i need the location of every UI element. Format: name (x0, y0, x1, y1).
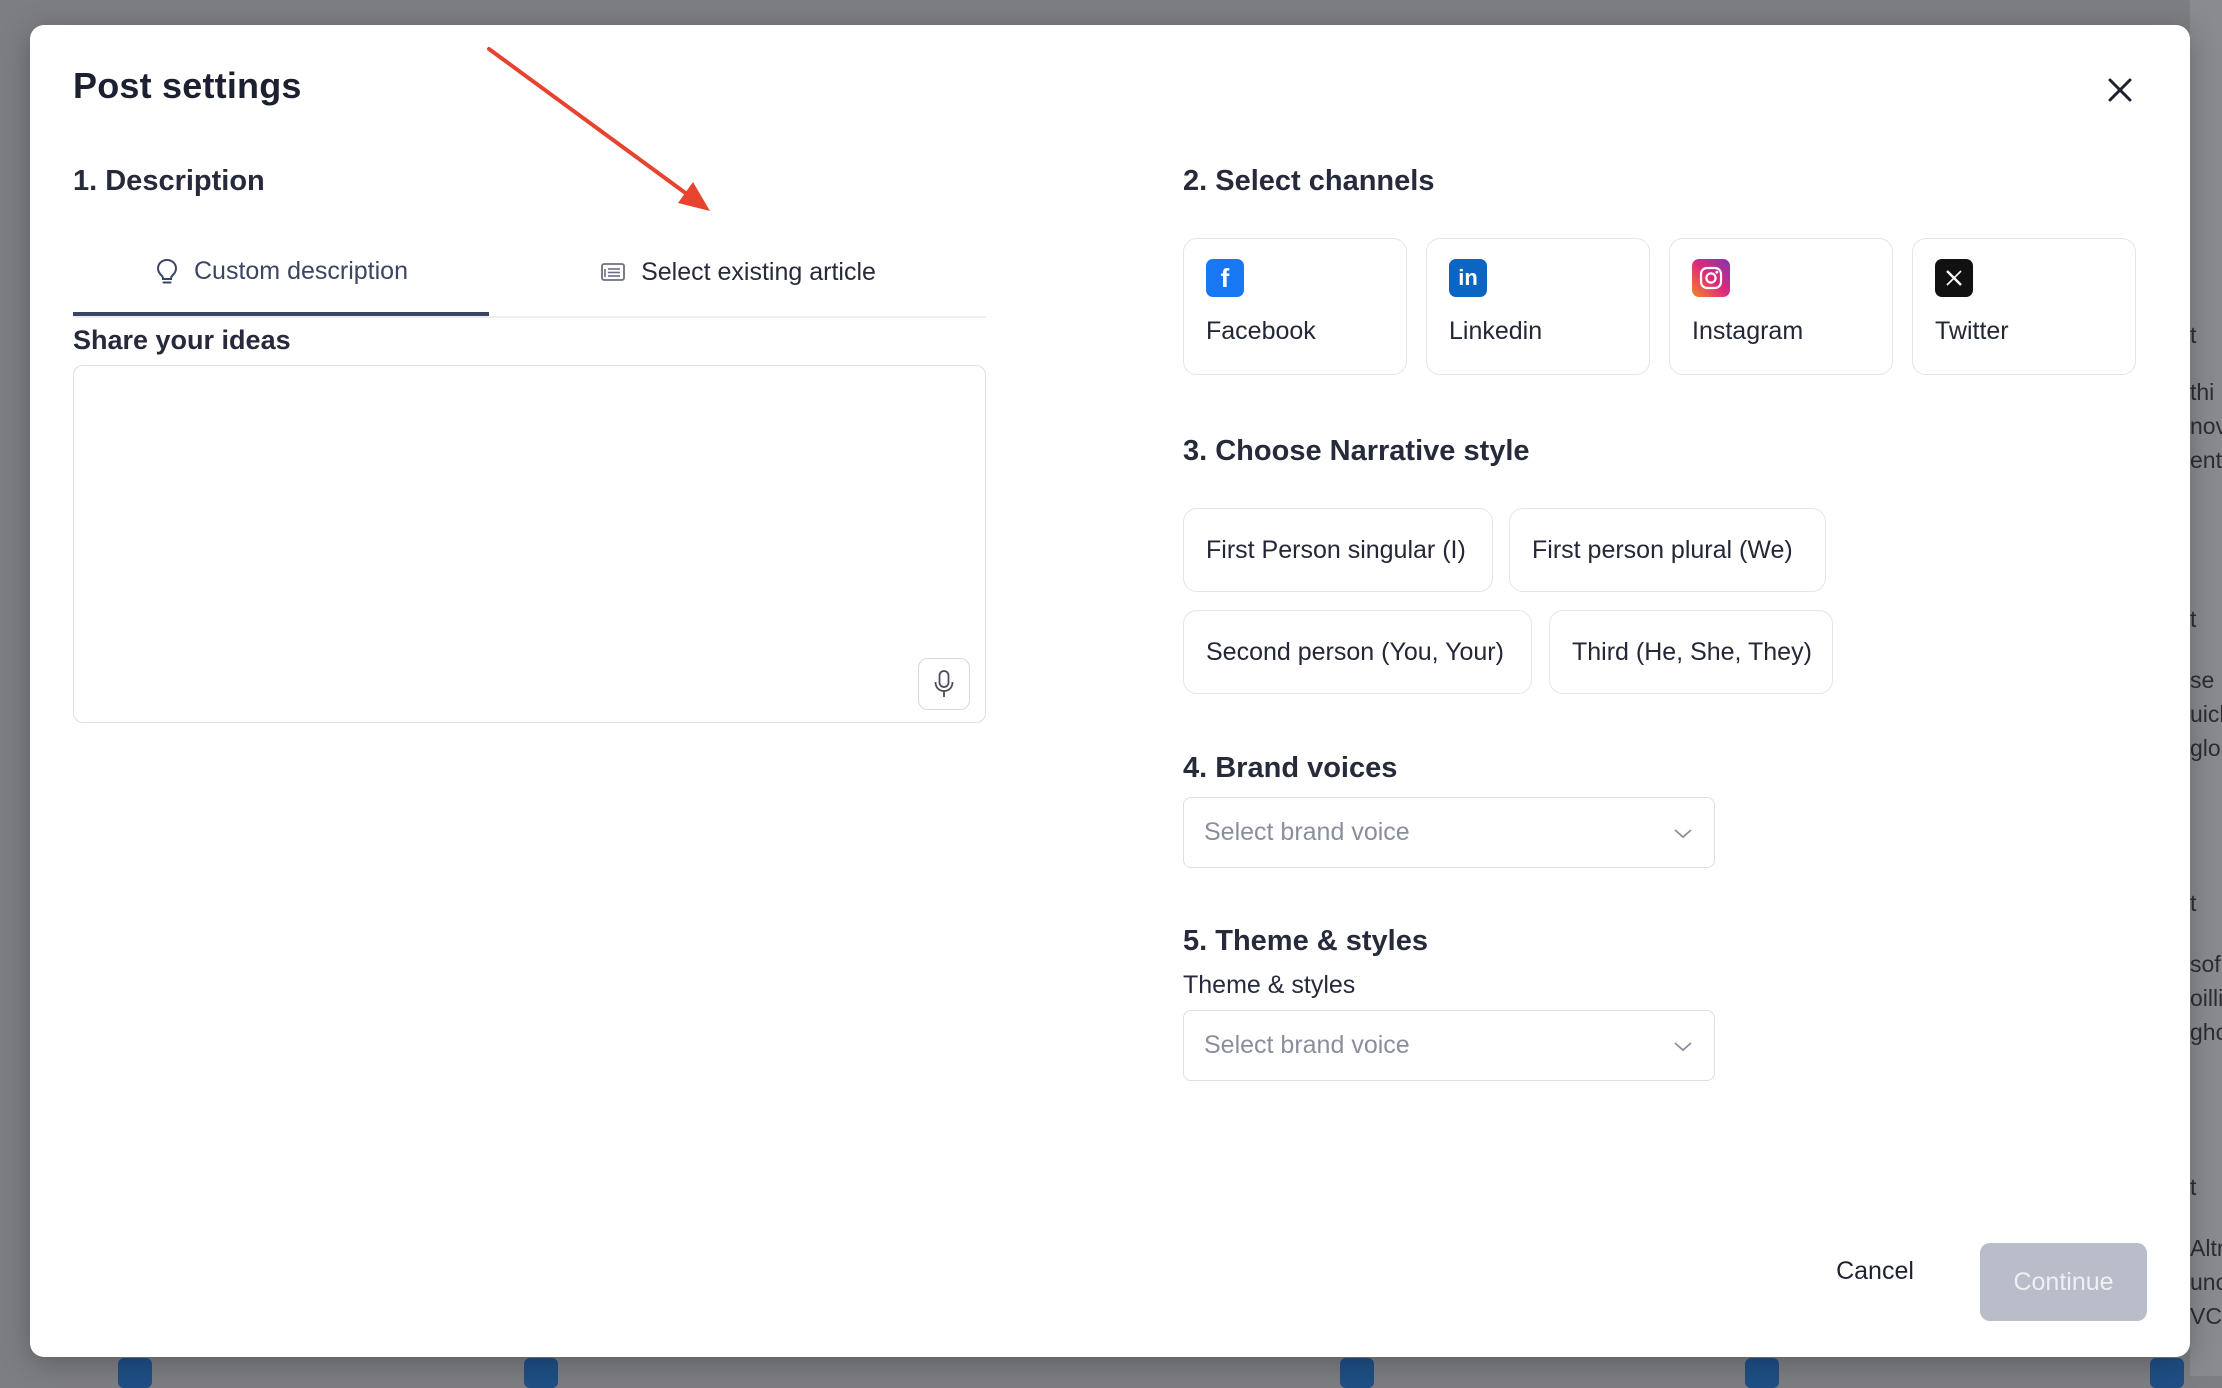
select-placeholder: Select brand voice (1204, 1031, 1410, 1059)
background-text: sof (2190, 951, 2221, 977)
linkedin-icon (2150, 1358, 2184, 1388)
tab-select-existing-article[interactable]: Select existing article (489, 230, 986, 314)
background-text: se (2190, 667, 2215, 693)
ideas-label: Share your ideas (73, 325, 291, 355)
channels-heading: 2. Select channels (1183, 165, 1435, 197)
background-text: nov (2190, 413, 2222, 439)
background-text: ghc (2190, 1019, 2222, 1045)
modal-title: Post settings (73, 65, 302, 106)
chevron-down-icon (1674, 1041, 1692, 1051)
lightbulb-icon (156, 258, 178, 284)
background-text: VCs (2190, 1303, 2222, 1329)
background-text: glo (2190, 735, 2221, 761)
close-button[interactable] (2100, 70, 2140, 110)
annotation-arrow (487, 47, 710, 211)
theme-select[interactable]: Select brand voice (1183, 1010, 1715, 1081)
narrative-heading: 3. Choose Narrative style (1183, 435, 1530, 467)
background-text: t (2190, 322, 2197, 348)
linkedin-icon (1745, 1358, 1779, 1388)
channel-twitter[interactable]: Twitter (1912, 238, 2136, 375)
background-text: uick (2190, 701, 2222, 727)
cancel-button[interactable]: Cancel (1820, 1243, 1930, 1299)
linkedin-icon: in (1449, 259, 1487, 297)
background-text: t (2190, 1174, 2197, 1200)
chevron-down-icon (1674, 828, 1692, 838)
channel-instagram[interactable]: Instagram (1669, 238, 1893, 375)
channel-label: Linkedin (1449, 317, 1543, 345)
channel-label: Twitter (1935, 317, 2009, 345)
channel-facebook[interactable]: f Facebook (1183, 238, 1407, 375)
linkedin-icon (1340, 1358, 1374, 1388)
theme-field-label: Theme & styles (1183, 971, 1356, 999)
channel-label: Instagram (1692, 317, 1804, 345)
tab-label: Select existing article (641, 257, 876, 286)
description-tabs: Custom description Select existing artic… (73, 230, 986, 318)
channel-label: Facebook (1206, 317, 1316, 345)
tab-custom-description[interactable]: Custom description (73, 230, 489, 316)
narrative-option-third-person[interactable]: Third (He, She, They) (1549, 610, 1833, 694)
background-text: oillic (2190, 985, 2222, 1011)
instagram-icon (1692, 259, 1730, 297)
facebook-icon: f (1206, 259, 1244, 297)
narrative-option-first-plural[interactable]: First person plural (We) (1509, 508, 1826, 592)
tab-label: Custom description (194, 256, 408, 285)
continue-button[interactable]: Continue (1980, 1243, 2147, 1321)
close-icon (2108, 78, 2132, 102)
brand-voices-heading: 4. Brand voices (1183, 752, 1398, 784)
ideas-textarea[interactable] (73, 365, 986, 723)
linkedin-icon (524, 1358, 558, 1388)
microphone-button[interactable] (918, 658, 970, 710)
select-placeholder: Select brand voice (1204, 818, 1410, 846)
x-twitter-icon (1935, 259, 1973, 297)
background-text: t (2190, 606, 2197, 632)
linkedin-icon (118, 1358, 152, 1388)
post-settings-modal: Post settings 1. Description Custom desc… (30, 25, 2190, 1357)
narrative-option-first-singular[interactable]: First Person singular (I) (1183, 508, 1493, 592)
article-icon (601, 263, 625, 281)
background-text: Altr (2190, 1235, 2222, 1261)
background-text: unc (2190, 1269, 2222, 1295)
narrative-option-second-person[interactable]: Second person (You, Your) (1183, 610, 1532, 694)
background-text: thi (2190, 379, 2215, 405)
brand-voice-select[interactable]: Select brand voice (1183, 797, 1715, 868)
channel-linkedin[interactable]: in Linkedin (1426, 238, 1650, 375)
background-text: t (2190, 890, 2197, 916)
background-text: ent (2190, 447, 2222, 473)
microphone-icon (934, 670, 954, 697)
description-heading: 1. Description (73, 165, 265, 197)
theme-heading: 5. Theme & styles (1183, 925, 1428, 957)
